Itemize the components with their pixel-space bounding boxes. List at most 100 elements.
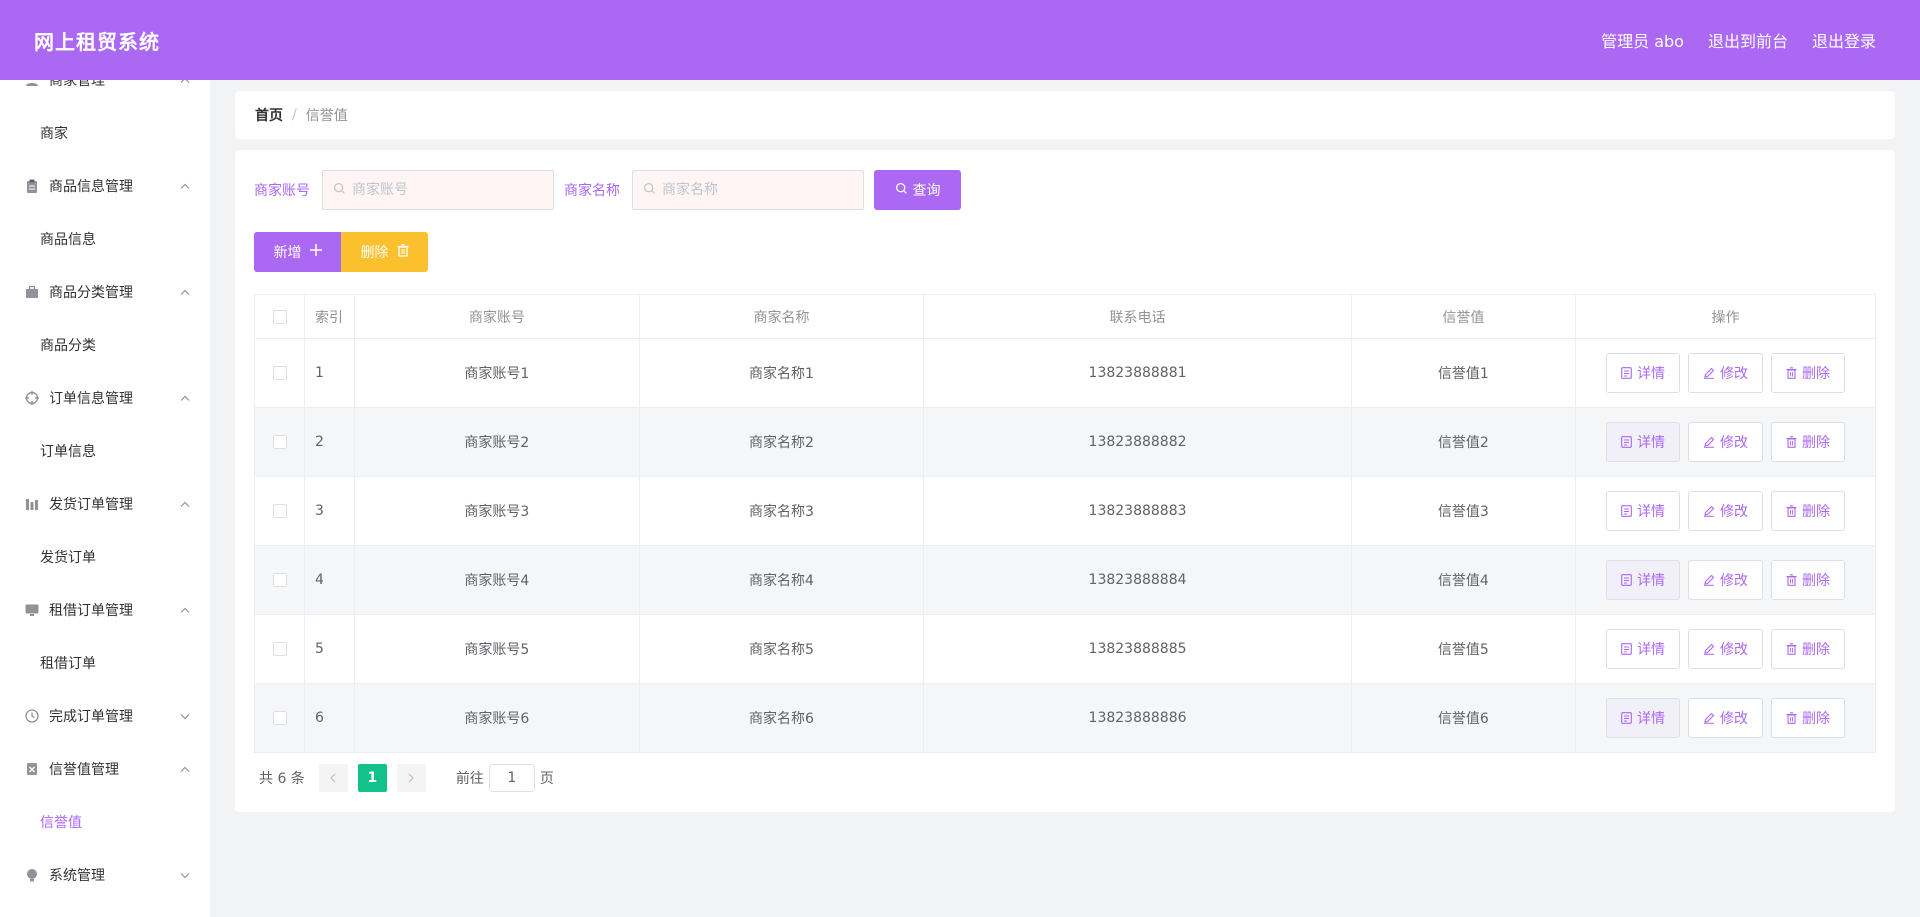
- sidebar-item-0-0[interactable]: 商家: [0, 106, 210, 159]
- menu-title-2[interactable]: 商品分类管理: [0, 265, 210, 318]
- goto-label: 前往: [455, 771, 484, 787]
- sidebar-item-5-0[interactable]: 租借订单: [0, 636, 210, 689]
- menu-title-0[interactable]: 商家管理: [0, 80, 210, 106]
- row-checkbox[interactable]: [272, 366, 287, 380]
- row-checkbox[interactable]: [272, 435, 287, 449]
- sidebar-item-4-0[interactable]: 发货订单: [0, 530, 210, 583]
- menu-title-label: 商品信息管理: [49, 178, 133, 195]
- account-search-field[interactable]: [322, 170, 554, 210]
- table-row: 2 商家账号2 商家名称2 13823888882 信誉值2 详情 修改 删除: [254, 407, 1876, 477]
- sidebar-item-3-0[interactable]: 订单信息: [0, 424, 210, 477]
- edit-button[interactable]: 修改: [1688, 698, 1763, 738]
- query-button-label: 查询: [912, 183, 941, 199]
- edit-button[interactable]: 修改: [1688, 422, 1763, 462]
- cell-phone: 13823888884: [923, 545, 1352, 615]
- bars-icon: [24, 496, 40, 512]
- prev-page-button[interactable]: [318, 764, 348, 792]
- document-icon: [1621, 505, 1632, 517]
- menu-title-1[interactable]: 商品信息管理: [0, 159, 210, 212]
- cell-credit: 信誉值6: [1350, 683, 1577, 753]
- merchant-table: 索引 商家账号 商家名称 联系电话 信誉值 操作 1 商家账号1 商家名称1 1382…: [254, 294, 1876, 753]
- monitor-icon: [24, 602, 40, 618]
- table-header-row: 索引 商家账号 商家名称 联系电话 信誉值 操作: [254, 294, 1876, 339]
- menu-title-5[interactable]: 租借订单管理: [0, 583, 210, 636]
- cell-name: 商家名称5: [638, 614, 925, 684]
- row-actions: 详情 修改 删除: [1576, 353, 1875, 393]
- detail-button[interactable]: 详情: [1606, 629, 1680, 669]
- edit-button[interactable]: 修改: [1688, 491, 1763, 531]
- next-page-button[interactable]: [396, 764, 426, 792]
- detail-button[interactable]: 详情: [1606, 698, 1680, 738]
- name-search-field[interactable]: [632, 170, 864, 210]
- sidebar-item-1-0[interactable]: 商品信息: [0, 212, 210, 265]
- logout-link[interactable]: 退出登录: [1812, 28, 1876, 52]
- document-icon: [1621, 367, 1632, 379]
- delete-button[interactable]: 删除: [1771, 491, 1845, 531]
- trash-icon: [1786, 643, 1797, 655]
- add-button[interactable]: 新增: [254, 232, 341, 272]
- table-row: 3 商家账号3 商家名称3 13823888883 信誉值3 详情 修改 删除: [254, 476, 1876, 546]
- row-checkbox[interactable]: [272, 711, 287, 725]
- delete-button[interactable]: 删除: [1771, 629, 1845, 669]
- header-index: 索引: [304, 294, 355, 339]
- sidebar-item-2-0[interactable]: 商品分类: [0, 318, 210, 371]
- cell-name: 商家名称4: [638, 545, 925, 615]
- delete-button-label: 删除: [360, 245, 389, 261]
- menu-title-3[interactable]: 订单信息管理: [0, 371, 210, 424]
- menu-title-4[interactable]: 发货订单管理: [0, 477, 210, 530]
- cell-phone: 13823888885: [923, 614, 1352, 684]
- goto-page-input[interactable]: [488, 764, 535, 792]
- account-search-input[interactable]: [352, 182, 532, 198]
- row-actions: 详情 修改 删除: [1576, 560, 1875, 600]
- menu-title-8[interactable]: 系统管理: [0, 848, 210, 901]
- menu-title-7[interactable]: 信誉值管理: [0, 742, 210, 795]
- delete-button[interactable]: 删除: [1771, 353, 1845, 393]
- row-select-cell: [254, 683, 305, 753]
- search-bar: 商家账号 商家名称 查询: [254, 170, 961, 210]
- table-body: 1 商家账号1 商家名称1 13823888881 信誉值1 详情 修改 删除 2 商家账号2 商家…: [254, 338, 1876, 753]
- detail-button[interactable]: 详情: [1606, 560, 1680, 600]
- page-number-current[interactable]: 1: [357, 764, 387, 792]
- cell-phone: 13823888881: [923, 338, 1352, 408]
- select-all-checkbox[interactable]: [272, 309, 287, 324]
- edit-button[interactable]: 修改: [1688, 353, 1763, 393]
- header-credit: 信誉值: [1350, 294, 1577, 339]
- cell-index: 5: [304, 614, 355, 684]
- delete-button[interactable]: 删除: [1771, 698, 1845, 738]
- header-actions: 管理员 abo 退出到前台 退出登录: [1601, 28, 1876, 52]
- row-checkbox[interactable]: [272, 573, 287, 587]
- detail-button[interactable]: 详情: [1606, 353, 1680, 393]
- to-front-link[interactable]: 退出到前台: [1708, 28, 1788, 52]
- cell-credit: 信誉值1: [1350, 338, 1577, 408]
- menu-title-6[interactable]: 完成订单管理: [0, 689, 210, 742]
- edit-button-label: 修改: [1720, 711, 1748, 727]
- row-actions: 详情 修改 删除: [1576, 491, 1875, 531]
- batch-delete-button[interactable]: 删除: [341, 232, 428, 272]
- detail-button[interactable]: 详情: [1606, 491, 1680, 531]
- edit-button[interactable]: 修改: [1688, 629, 1763, 669]
- row-checkbox[interactable]: [272, 642, 287, 656]
- table-row: 6 商家账号6 商家名称6 13823888886 信誉值6 详情 修改 删除: [254, 683, 1876, 753]
- pencil-icon: [1703, 643, 1715, 655]
- edit-button[interactable]: 修改: [1688, 560, 1763, 600]
- menu-group: 商品信息管理商品信息: [0, 159, 210, 265]
- detail-button-label: 详情: [1637, 711, 1665, 727]
- action-bar: 新增 删除: [254, 232, 428, 272]
- app-title: 网上租贸系统: [34, 29, 160, 54]
- search-icon: [895, 182, 908, 199]
- query-button[interactable]: 查询: [874, 170, 961, 210]
- breadcrumb-home[interactable]: 首页: [255, 105, 283, 125]
- delete-button[interactable]: 删除: [1771, 422, 1845, 462]
- sidebar-item-7-0[interactable]: 信誉值: [0, 795, 210, 848]
- target-icon: [24, 390, 40, 406]
- delete-button[interactable]: 删除: [1771, 560, 1845, 600]
- detail-button-label: 详情: [1637, 366, 1665, 382]
- chevron-down-icon: [180, 868, 190, 881]
- menu-title-label: 商品分类管理: [49, 284, 133, 301]
- detail-button[interactable]: 详情: [1606, 422, 1680, 462]
- detail-button-label: 详情: [1637, 573, 1665, 589]
- cell-account: 商家账号1: [354, 338, 640, 408]
- row-checkbox[interactable]: [272, 504, 287, 518]
- name-search-input[interactable]: [662, 182, 842, 198]
- goto-suffix: 页: [539, 771, 554, 787]
